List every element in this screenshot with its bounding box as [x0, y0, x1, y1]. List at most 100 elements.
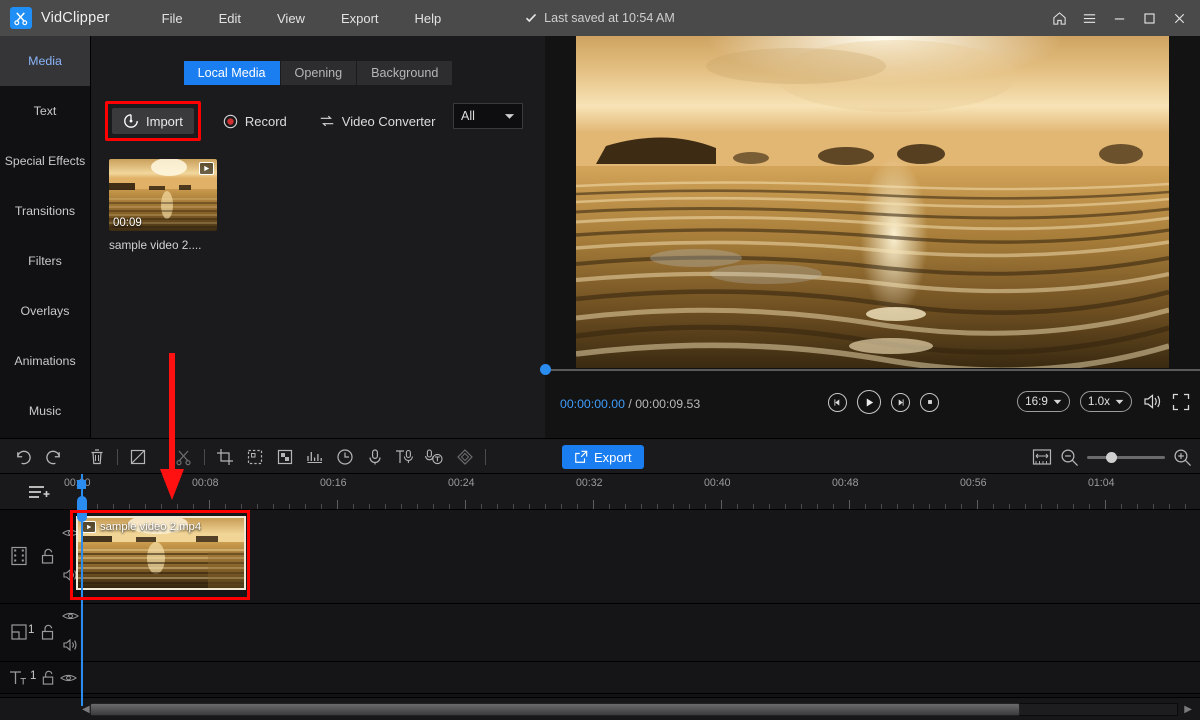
ruler-tick-minor	[161, 504, 162, 509]
text-to-speech-icon[interactable]	[390, 439, 420, 475]
tab-local-media[interactable]: Local Media	[183, 61, 281, 85]
sidebar-label: Animations	[14, 354, 76, 368]
microphone-icon[interactable]	[360, 439, 390, 475]
ruler-tick-minor	[577, 504, 578, 509]
media-duration: 00:09	[113, 217, 142, 229]
sidebar-item-animations[interactable]: Animations	[0, 336, 90, 386]
video-converter-button[interactable]: Video Converter	[309, 109, 446, 134]
scroll-right-icon[interactable]: ▶	[1184, 704, 1192, 715]
ruler-tick-minor	[225, 504, 226, 509]
scroll-left-icon[interactable]: ◀	[82, 704, 90, 715]
speech-to-text-icon[interactable]	[420, 439, 450, 475]
ruler-tick-minor	[449, 504, 450, 509]
aspect-ratio-value: 16:9	[1025, 395, 1048, 408]
delete-icon[interactable]	[82, 439, 112, 475]
media-filter-select[interactable]: All	[453, 103, 523, 129]
record-button[interactable]: Record	[213, 109, 297, 134]
mosaic-icon[interactable]	[270, 439, 300, 475]
undo-icon[interactable]	[8, 439, 38, 475]
ruler-tick-minor	[1073, 504, 1074, 509]
close-icon[interactable]	[1164, 0, 1194, 36]
sidebar-item-transitions[interactable]: Transitions	[0, 186, 90, 236]
split-edit-icon[interactable]	[123, 439, 153, 475]
timeline-playhead[interactable]	[77, 474, 87, 706]
export-button[interactable]: Export	[562, 445, 644, 469]
ruler-label: 00:16	[320, 477, 347, 489]
maximize-icon[interactable]	[1134, 0, 1164, 36]
hscroll-thumb[interactable]	[90, 703, 1020, 716]
ruler-tick-major	[721, 500, 722, 509]
next-frame-button[interactable]	[891, 392, 910, 412]
timeline-clip[interactable]: sample video 2.mp4	[76, 516, 246, 590]
window-controls	[1044, 0, 1194, 36]
unlock-icon[interactable]	[40, 624, 55, 641]
eye-icon[interactable]	[60, 672, 77, 684]
menu-export[interactable]: Export	[323, 7, 397, 30]
import-button[interactable]: Import	[112, 108, 194, 134]
playback-speed-select[interactable]: 1.0x	[1079, 391, 1132, 412]
audio-levels-icon[interactable]	[300, 439, 330, 475]
ruler-tick-minor	[129, 504, 130, 509]
volume-icon[interactable]	[1142, 392, 1162, 411]
track-text[interactable]: 1	[0, 662, 1200, 694]
keyframe-icon[interactable]	[450, 439, 480, 475]
media-item[interactable]: 00:09 sample video 2....	[109, 159, 217, 252]
aspect-ratio-select[interactable]: 16:9	[1017, 391, 1070, 412]
menu-file[interactable]: File	[144, 7, 201, 30]
ruler-tick-minor	[273, 504, 274, 509]
tab-background[interactable]: Background	[357, 61, 453, 85]
progress-track[interactable]	[545, 369, 1200, 371]
crop-icon[interactable]	[210, 439, 240, 475]
time-separator: /	[624, 397, 636, 411]
track-video[interactable]: sample video 2.mp4	[0, 510, 1200, 604]
ruler-tick-minor	[657, 504, 658, 509]
ruler-label: 00:32	[576, 477, 603, 489]
home-icon[interactable]	[1044, 0, 1074, 36]
menu-edit[interactable]: Edit	[201, 7, 259, 30]
zoom-in-icon[interactable]	[1173, 448, 1192, 467]
preview-progress[interactable]	[540, 364, 1200, 375]
stop-button[interactable]	[920, 392, 939, 412]
fullscreen-icon[interactable]	[1172, 393, 1190, 411]
unlock-icon[interactable]	[41, 670, 55, 686]
ruler-tick-minor	[113, 504, 114, 509]
sidebar-item-overlays[interactable]: Overlays	[0, 286, 90, 336]
zoom-slider-knob[interactable]	[1105, 451, 1117, 463]
preview-playhead[interactable]	[540, 364, 551, 375]
toolbar-divider	[204, 449, 205, 465]
resize-icon[interactable]	[240, 439, 270, 475]
track-overlay[interactable]: 1	[0, 604, 1200, 662]
minimize-icon[interactable]	[1104, 0, 1134, 36]
playhead-handle[interactable]	[77, 496, 87, 522]
hamburger-menu-icon[interactable]	[1074, 0, 1104, 36]
tab-opening[interactable]: Opening	[280, 61, 358, 85]
media-filter-value: All	[461, 109, 475, 123]
media-thumbnail[interactable]: 00:09	[109, 159, 217, 231]
duration-clock-icon[interactable]	[330, 439, 360, 475]
toolbar-divider	[117, 449, 118, 465]
fit-to-timeline-icon[interactable]	[1032, 448, 1052, 466]
timeline-menu-icon[interactable]	[28, 484, 52, 500]
video-play-badge-icon	[82, 521, 96, 533]
menu-view[interactable]: View	[259, 7, 323, 30]
sidebar-item-music[interactable]: Music	[0, 386, 90, 436]
sidebar-item-media[interactable]: Media	[0, 36, 90, 86]
play-icon	[866, 397, 873, 407]
speaker-icon[interactable]	[62, 638, 78, 652]
ruler-tick-minor	[513, 504, 514, 509]
sidebar-item-filters[interactable]: Filters	[0, 236, 90, 286]
redo-icon[interactable]	[38, 439, 68, 475]
play-button[interactable]	[857, 390, 881, 414]
timeline-zoom-slider[interactable]	[1087, 451, 1165, 463]
annotation-arrow	[160, 353, 184, 500]
prev-frame-button[interactable]	[828, 392, 847, 412]
zoom-out-icon[interactable]	[1060, 448, 1079, 467]
ruler-tick-minor	[433, 504, 434, 509]
timeline-hscrollbar[interactable]: ◀ ▶	[0, 697, 1200, 720]
sidebar-item-special-effects[interactable]: Special Effects	[0, 136, 90, 186]
unlock-icon[interactable]	[40, 548, 55, 565]
menu-help[interactable]: Help	[397, 7, 460, 30]
sidebar-item-text[interactable]: Text	[0, 86, 90, 136]
eye-icon[interactable]	[62, 610, 79, 622]
video-preview[interactable]	[576, 36, 1169, 368]
